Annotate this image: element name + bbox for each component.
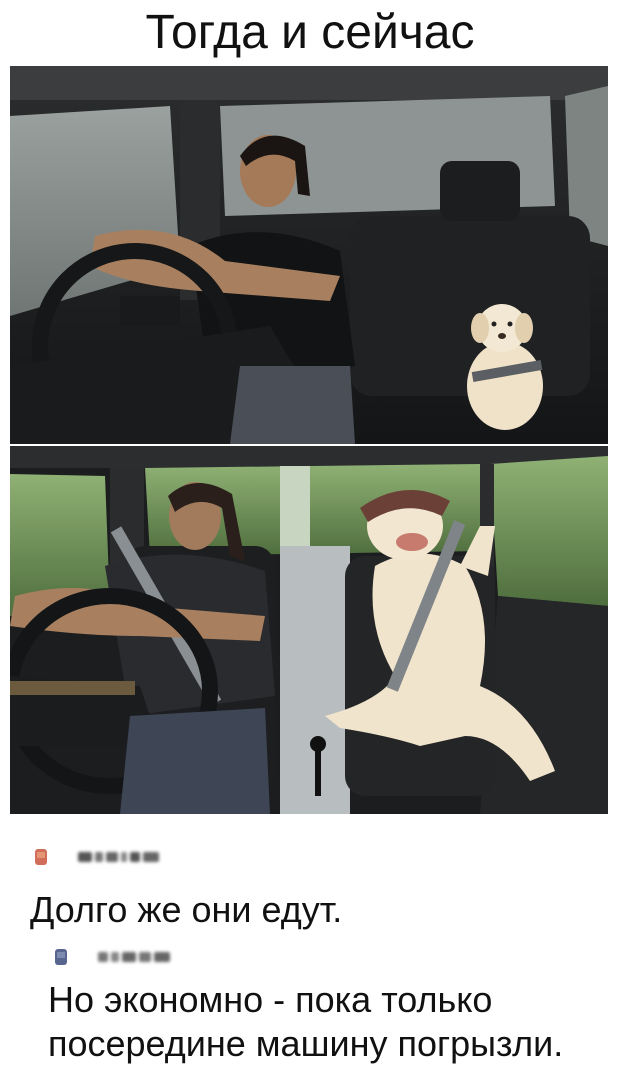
avatar-icon xyxy=(35,849,47,865)
photo-then-image xyxy=(10,66,608,444)
username-redacted xyxy=(78,852,159,862)
avatar[interactable] xyxy=(50,946,72,968)
username-redacted xyxy=(98,952,170,962)
avatar-icon xyxy=(55,949,67,965)
photo-then xyxy=(10,66,608,444)
comment-1-text: Долго же они едут. xyxy=(30,889,343,930)
comment-2-text: Но экономно - пока только посередине маш… xyxy=(48,979,564,1064)
photo-now-image xyxy=(10,446,608,814)
photo-now xyxy=(10,446,608,814)
page-title: Тогда и сейчас xyxy=(145,6,475,59)
avatar[interactable] xyxy=(30,846,52,868)
